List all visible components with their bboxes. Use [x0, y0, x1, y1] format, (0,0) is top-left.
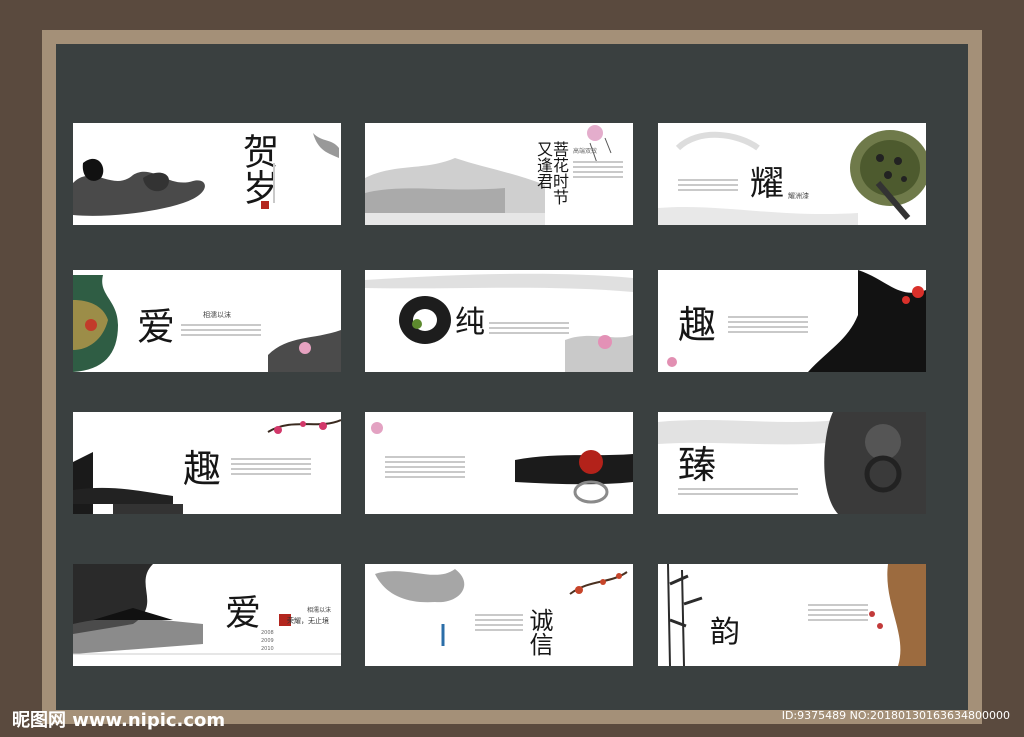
card-chengxin: 诚信 — [365, 564, 633, 666]
card-caption: 耀洲漆 — [788, 192, 809, 200]
card-ai-pavilion: 爱 相濡以沫 荣耀，无止境 2008 2009 2010 — [73, 564, 341, 666]
card-title: 趣 — [183, 447, 222, 491]
text-block — [728, 316, 808, 336]
text-block — [808, 604, 868, 624]
card-zhen: 臻 — [658, 412, 926, 514]
card-caption: 高端双效 — [573, 148, 598, 155]
card-qu-2: 趣 — [73, 412, 341, 514]
card-title: 爱 — [225, 593, 262, 634]
card-he-sui: 贺岁 — [73, 123, 341, 225]
image-id-watermark: ID:9375489 NO:20180130163634800000 — [781, 709, 1010, 722]
text-block — [385, 456, 465, 481]
year-3: 2010 — [261, 646, 274, 652]
antique-vase — [73, 275, 341, 372]
text-block — [231, 458, 311, 478]
card-title: 耀 — [750, 164, 784, 204]
nipic-watermark: 昵图网 www.nipic.com — [12, 710, 226, 731]
card-yun: 韵 — [658, 564, 926, 666]
lotus-pod-illustration — [658, 130, 926, 225]
text-block — [573, 161, 623, 181]
card-title: 韵 — [710, 615, 740, 650]
card-title: 纯 — [455, 305, 485, 340]
card-chun: 纯 — [365, 270, 633, 372]
text-block — [678, 488, 798, 498]
red-seal — [261, 201, 269, 209]
card-title: 贺岁 — [237, 133, 278, 205]
ink-horses-illustration — [73, 133, 339, 216]
card-ring — [365, 412, 633, 514]
text-block — [475, 614, 523, 634]
year-1: 2008 — [261, 630, 274, 636]
card-title: 诚信 — [525, 608, 553, 656]
card-spring: 菩花时节 又逢君 高端双效 — [365, 123, 633, 225]
year-2: 2009 — [261, 638, 274, 644]
card-ai-vase: 爱 相濡以沫 — [73, 270, 341, 372]
card-caption: 相濡以沫 — [307, 607, 332, 614]
card-subtitle: 荣耀，无止境 — [287, 617, 329, 625]
text-block — [678, 179, 738, 194]
text-block — [273, 163, 277, 206]
card-title: 臻 — [678, 443, 717, 487]
card-title: 爱 — [137, 305, 176, 349]
card-qu-1: 趣 — [658, 270, 926, 372]
text-block — [181, 324, 261, 339]
card-title: 趣 — [678, 303, 717, 347]
ink-circle-lotus — [365, 273, 633, 372]
card-yao: 耀 耀洲漆 — [658, 123, 926, 225]
ink-pavilion-landscape — [73, 564, 341, 655]
card-caption: 相濡以沫 — [203, 311, 231, 319]
text-block — [489, 322, 569, 337]
bamboo-plum — [667, 564, 926, 666]
card-title: 菩花时节 又逢君 — [534, 141, 569, 205]
